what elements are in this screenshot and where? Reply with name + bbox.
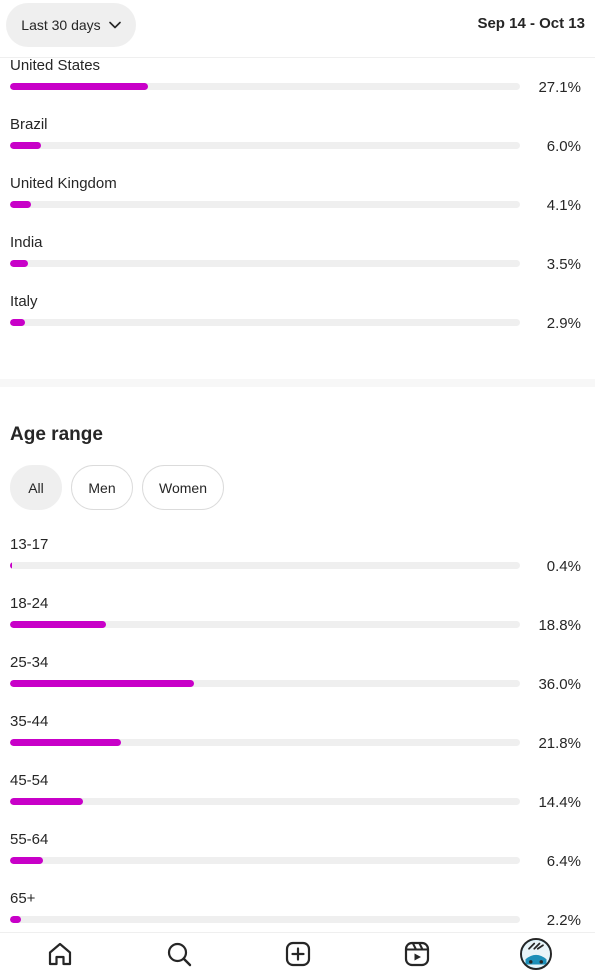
country-label: Brazil — [10, 116, 48, 133]
age-label: 13-17 — [10, 536, 49, 553]
age-label: 55-64 — [10, 831, 49, 848]
country-percent: 27.1% — [538, 79, 581, 96]
age-label: 35-44 — [10, 713, 49, 730]
country-percent: 3.5% — [546, 256, 581, 273]
bar-track — [10, 739, 520, 746]
filter-chip-men[interactable]: Men — [71, 465, 133, 510]
filter-chip-all[interactable]: All — [10, 465, 62, 510]
country-label: India — [10, 234, 43, 251]
country-label: Italy — [10, 293, 38, 310]
nav-reels[interactable] — [397, 934, 437, 974]
filter-chip-women[interactable]: Women — [142, 465, 224, 510]
country-row: United States 27.1% — [10, 57, 585, 116]
bar-track — [10, 201, 520, 208]
age-percent: 0.4% — [546, 558, 581, 575]
age-label: 25-34 — [10, 654, 49, 671]
reels-icon — [404, 941, 429, 966]
nav-profile[interactable] — [516, 934, 556, 974]
bar-track — [10, 260, 520, 267]
age-percent: 2.2% — [546, 912, 581, 929]
section-divider — [0, 379, 595, 387]
age-percent: 6.4% — [546, 853, 581, 870]
country-label: United States — [10, 57, 101, 74]
country-percent: 2.9% — [546, 315, 581, 332]
bar-track — [10, 562, 520, 569]
bar-track — [10, 83, 520, 90]
nav-home[interactable] — [40, 934, 80, 974]
bottom-nav — [0, 932, 595, 974]
age-row: 35-44 21.8% — [10, 713, 585, 772]
bar-track — [10, 798, 520, 805]
bar-fill — [10, 83, 149, 90]
age-row: 45-54 14.4% — [10, 772, 585, 831]
country-row: India 3.5% — [10, 234, 585, 293]
section-title: Age range — [10, 424, 103, 445]
bar-fill — [10, 857, 43, 864]
create-icon — [285, 941, 310, 966]
country-percent: 4.1% — [546, 197, 581, 214]
search-icon — [167, 942, 191, 966]
age-label: 45-54 — [10, 772, 49, 789]
nav-search[interactable] — [159, 934, 199, 974]
age-percent: 14.4% — [538, 794, 581, 811]
age-row: 25-34 36.0% — [10, 654, 585, 713]
bar-fill — [10, 621, 106, 628]
bar-fill — [10, 739, 122, 746]
bar-fill — [10, 798, 84, 805]
avatar-image — [521, 939, 550, 968]
age-row: 13-17 0.4% — [10, 536, 585, 595]
country-percent: 6.0% — [546, 138, 581, 155]
age-percent: 18.8% — [538, 617, 581, 634]
age-row: 18-24 18.8% — [10, 595, 585, 654]
age-label: 18-24 — [10, 595, 49, 612]
bar-track — [10, 680, 520, 687]
bar-fill — [10, 201, 31, 208]
age-percent: 21.8% — [538, 735, 581, 752]
bar-fill — [10, 562, 13, 569]
bar-track — [10, 857, 520, 864]
age-percent: 36.0% — [538, 676, 581, 693]
nav-create[interactable] — [278, 934, 318, 974]
country-row: United Kingdom 4.1% — [10, 175, 585, 234]
date-range-dropdown[interactable]: Last 30 days — [6, 3, 136, 47]
bar-track — [10, 319, 520, 326]
profile-avatar — [519, 937, 552, 970]
country-row: Italy 2.9% — [10, 293, 585, 352]
country-row: Brazil 6.0% — [10, 116, 585, 175]
bar-track — [10, 142, 520, 149]
bar-track — [10, 916, 520, 923]
chevron-down-icon — [108, 21, 121, 29]
bar-fill — [10, 916, 22, 923]
country-label: United Kingdom — [10, 175, 117, 192]
bar-track — [10, 621, 520, 628]
bar-fill — [10, 680, 194, 687]
bar-fill — [10, 319, 25, 326]
date-range-label: Last 30 days — [21, 17, 101, 33]
top-header: Last 30 days Sep 14 - Oct 13 — [0, 0, 595, 58]
date-span: Sep 14 - Oct 13 — [477, 15, 585, 32]
bar-fill — [10, 142, 41, 149]
age-label: 65+ — [10, 890, 36, 907]
home-icon — [48, 942, 71, 965]
age-row: 55-64 6.4% — [10, 831, 585, 890]
bar-fill — [10, 260, 28, 267]
